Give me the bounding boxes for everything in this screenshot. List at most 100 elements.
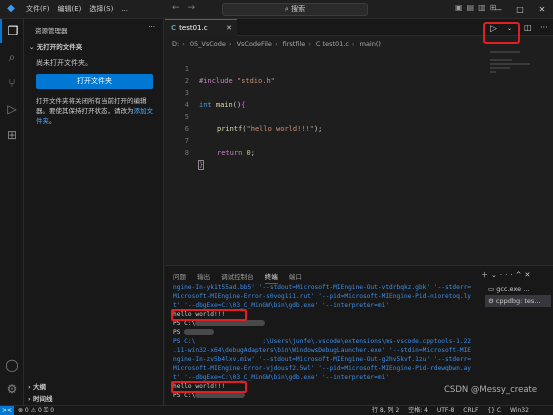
breadcrumb-item[interactable]: firstfile: [283, 40, 306, 48]
terminal-item-label: cppdbg: tes...: [495, 297, 541, 305]
status-ports: ⚿ 0: [43, 407, 55, 414]
terminal-line: Microsoft-MIEngine-Error-s0vog1i1.rut' '…: [173, 293, 472, 300]
open-folder-button[interactable]: 打开文件夹: [36, 74, 153, 89]
breadcrumb: D: › 05_VsCode › VsCodeFile › firstfile › C …: [172, 40, 381, 48]
status-position[interactable]: 行 8, 列 2: [372, 407, 399, 414]
account-icon[interactable]: ◯: [0, 353, 24, 377]
debug-icon: ⚙: [488, 297, 496, 305]
tab-test01-c[interactable]: Ctest01.c ✕: [165, 19, 237, 36]
explorer-description: 打开文件夹将关闭所有当前打开的编辑器。要使其保持打开状态，请改为添加文件夹。: [36, 96, 156, 126]
close-window-icon[interactable]: ✕: [531, 0, 553, 19]
explorer-description-end: 。: [49, 117, 56, 125]
status-language[interactable]: {} C: [487, 407, 501, 414]
outline-label: 大纲: [32, 383, 46, 391]
search-view-icon[interactable]: ⌕: [0, 45, 24, 69]
panel-tabs: 问题 输出 调试控制台 终端 端口: [173, 271, 311, 284]
explorer-icon[interactable]: ❐: [0, 19, 24, 43]
return-end: ;: [250, 149, 255, 157]
menu-file[interactable]: 文件(F): [26, 4, 50, 14]
remote-icon[interactable]: ><: [0, 406, 14, 415]
menu-more[interactable]: ...: [121, 5, 128, 13]
code-line: 5 printf("hello world!!!");: [165, 99, 485, 133]
no-folder-message: 尚未打开文件夹。: [36, 59, 92, 67]
outline-section[interactable]: › 大纲: [28, 381, 46, 391]
status-eol[interactable]: CRLF: [463, 407, 478, 414]
terminal-line: .11-win32-x64\debugAdapters\bin\WindowsD…: [173, 347, 472, 354]
extensions-icon[interactable]: ⊞: [0, 123, 24, 147]
settings-gear-icon[interactable]: ⚙: [0, 377, 24, 401]
command-search-box[interactable]: ⌕ 搜索: [222, 3, 368, 16]
breadcrumb-item[interactable]: D:: [172, 40, 179, 48]
more-actions-icon[interactable]: ···: [540, 23, 548, 32]
no-folder-section[interactable]: ⌄ 无打开的文件夹: [29, 41, 82, 51]
vscode-logo-icon: ◆: [7, 3, 15, 14]
search-placeholder: 搜索: [291, 5, 306, 13]
status-errors: ⊗ 0: [18, 407, 29, 414]
close-brace: }: [197, 160, 205, 170]
more-actions-icon[interactable]: ···: [500, 271, 516, 279]
breadcrumb-item[interactable]: 05_VsCode: [190, 40, 226, 48]
c-file-icon: C: [171, 24, 177, 32]
panel-actions: ＋⌄···^✕: [481, 270, 533, 280]
output-highlight: [171, 381, 247, 393]
close-panel-icon[interactable]: ✕: [524, 271, 533, 279]
terminal-item[interactable]: ▭ gcc.exe ...: [485, 283, 551, 295]
window-controls: — □ ✕: [487, 0, 553, 19]
status-warnings: ⚠ 0: [30, 407, 42, 414]
chevron-down-icon[interactable]: ⌄: [507, 25, 512, 32]
maximize-icon[interactable]: □: [509, 0, 531, 19]
terminal-line: ngine-In-yk1t55ad.bb5' '--stdout=Microso…: [173, 284, 472, 291]
blurred-text: [184, 329, 215, 335]
output-highlight: [171, 309, 247, 321]
run-debug-icon[interactable]: ▷: [0, 97, 24, 121]
status-problems[interactable]: ⊗ 0 ⚠ 0 ⚿ 0: [18, 406, 54, 415]
status-platform[interactable]: Win32: [510, 407, 529, 414]
chevron-down-icon[interactable]: ⌄: [491, 271, 500, 279]
code-line: 1 #include "stdio.h": [165, 51, 485, 85]
breadcrumb-item[interactable]: C test01.c: [316, 40, 349, 48]
tab-ports[interactable]: 端口: [289, 273, 302, 281]
no-folder-section-label: 无打开的文件夹: [36, 43, 83, 51]
menu-edit[interactable]: 编辑(E): [58, 4, 82, 14]
code-line: 6: [165, 111, 485, 133]
new-terminal-icon[interactable]: ＋: [481, 271, 491, 279]
terminal-prompt: PS: [173, 328, 479, 337]
timeline-section[interactable]: › 时间线: [28, 393, 52, 403]
close-tab-icon[interactable]: ✕: [226, 20, 232, 36]
status-encoding[interactable]: UTF-8: [437, 407, 455, 414]
explorer-sidebar: 资源管理器 ··· ⌄ 无打开的文件夹 尚未打开文件夹。 打开文件夹 打开文件夹…: [24, 19, 164, 405]
bottom-panel: 问题 输出 调试控制台 终端 端口 ＋⌄···^✕ ngine-In-yk1t5…: [165, 265, 553, 405]
menu-selection[interactable]: 选择(S): [89, 4, 113, 14]
terminal-prompt-text: PS C:\: [173, 320, 196, 327]
timeline-label: 时间线: [32, 395, 53, 403]
code-line: 7 return 0;: [165, 123, 485, 157]
more-actions-icon[interactable]: ···: [148, 23, 155, 31]
source-control-icon[interactable]: ⑂: [0, 71, 24, 95]
minimize-icon[interactable]: —: [487, 0, 509, 19]
terminal-icon: ▭: [488, 285, 497, 293]
tab-problems[interactable]: 问题: [173, 273, 186, 281]
code-line: 4: [165, 87, 485, 109]
code-line: 2: [165, 63, 485, 85]
explorer-description-text: 打开文件夹将关闭所有当前打开的编辑器。要使其保持打开状态，请改为: [36, 97, 147, 115]
minimap[interactable]: [490, 51, 545, 86]
terminal-item[interactable]: ⚙ cppdbg: tes...: [485, 295, 551, 307]
code-line: 3 int main(){: [165, 75, 485, 109]
activity-bar: ❐ ⌕ ⑂ ▷ ⊞ ◯ ⚙: [0, 19, 24, 405]
terminal-prompt-text: PS C:\: [173, 392, 196, 399]
terminal-list: ▭ gcc.exe ... ⚙ cppdbg: tes...: [485, 283, 551, 307]
tab-output[interactable]: 输出: [197, 273, 210, 281]
terminal-line: ngine-In-zv5b4lxv.miw' '--stdout=Microso…: [173, 356, 472, 363]
split-editor-icon[interactable]: ◫: [524, 23, 532, 32]
breadcrumb-item[interactable]: VsCodeFile: [237, 40, 272, 48]
nav-back-forward-icon[interactable]: ←→: [172, 3, 203, 13]
terminal-line: Microsoft-MIEngine-Error-vjdousf2.5wl' '…: [173, 365, 472, 372]
tab-debug-console[interactable]: 调试控制台: [221, 273, 254, 281]
status-bar: >< ⊗ 0 ⚠ 0 ⚿ 0 行 8, 列 2 空格: 4 UTF-8 CRLF…: [0, 405, 553, 415]
line-number: 8: [184, 149, 189, 157]
status-spaces[interactable]: 空格: 4: [408, 407, 428, 414]
run-play-icon[interactable]: ▷: [490, 24, 497, 34]
breadcrumb-item[interactable]: main(): [360, 40, 381, 48]
explorer-title: 资源管理器: [35, 27, 68, 35]
terminal-prompt-text: PS: [173, 329, 181, 336]
